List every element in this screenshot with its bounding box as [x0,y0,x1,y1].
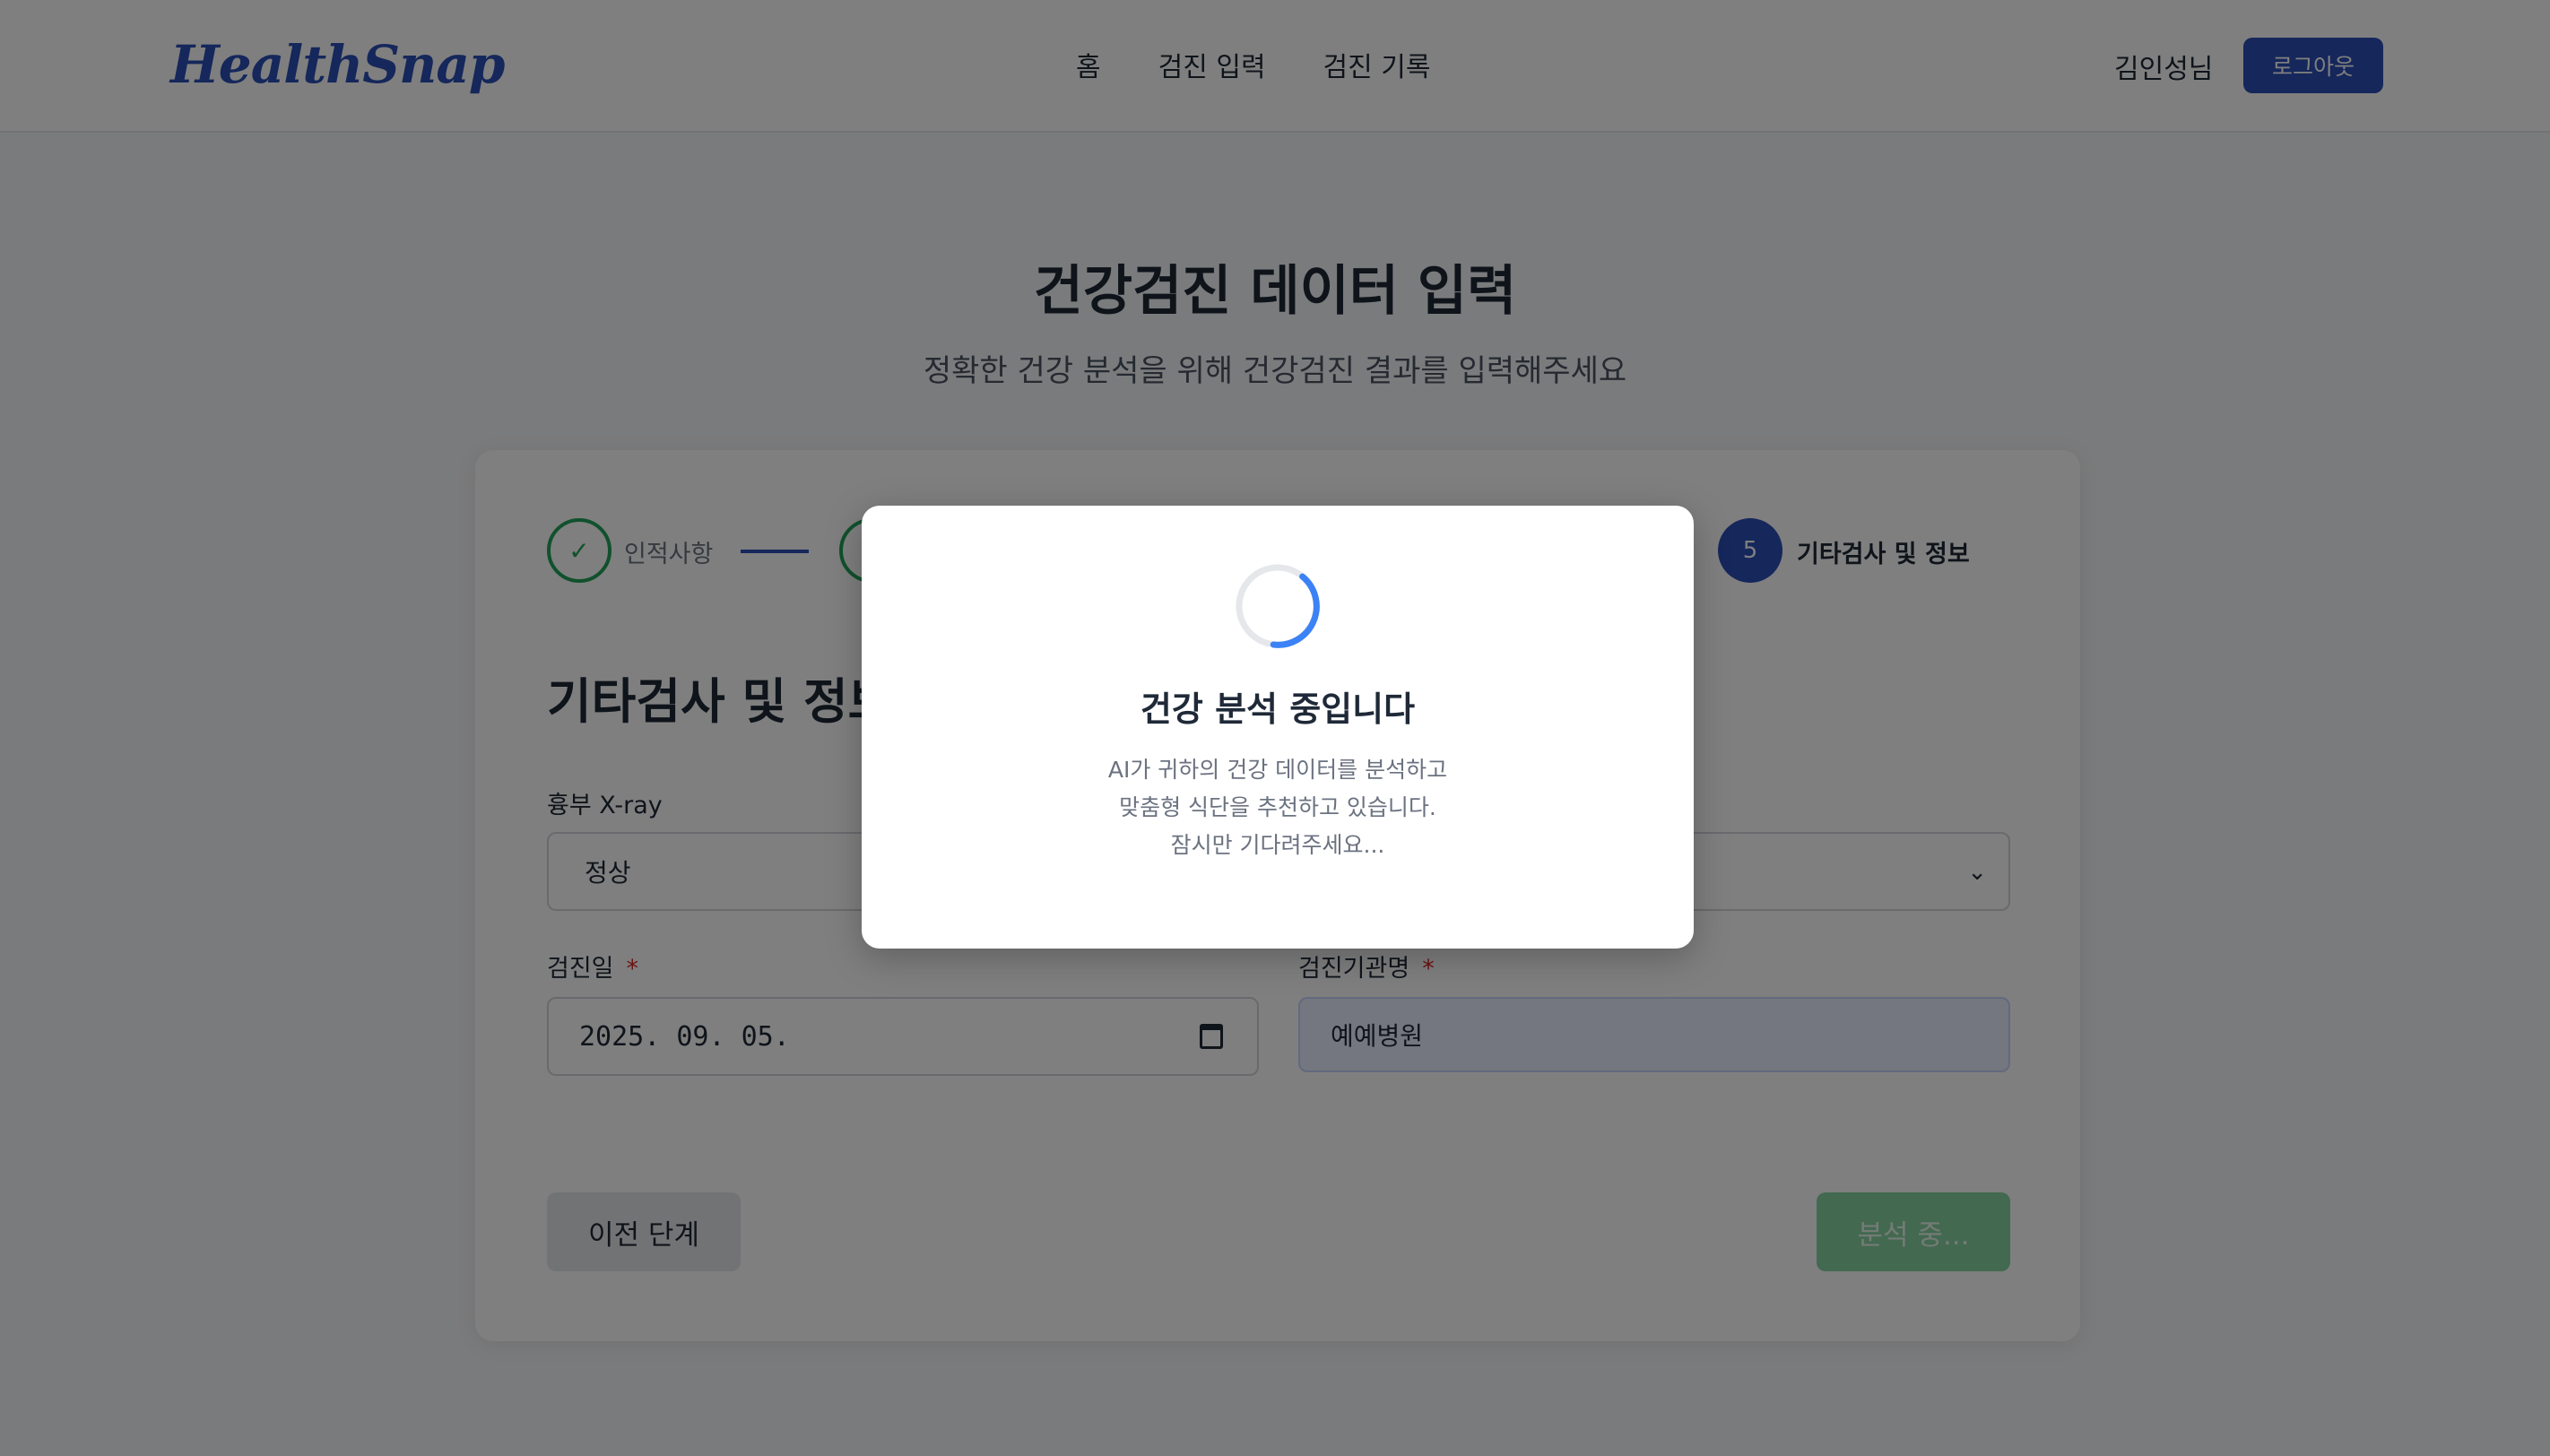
analysis-loading-modal: 건강 분석 중입니다 AI가 귀하의 건강 데이터를 분석하고 맞춤형 식단을 … [862,506,1694,949]
modal-title: 건강 분석 중입니다 [1140,689,1416,729]
loading-spinner-icon [1236,564,1320,648]
modal-message-line-2: 맞춤형 식단을 추천하고 있습니다. [1119,794,1436,820]
modal-message-line-3: 잠시만 기다려주세요... [1170,832,1385,858]
modal-message: AI가 귀하의 건강 데이터를 분석하고 맞춤형 식단을 추천하고 있습니다. … [862,751,1694,864]
modal-message-line-1: AI가 귀하의 건강 데이터를 분석하고 [1107,757,1448,783]
